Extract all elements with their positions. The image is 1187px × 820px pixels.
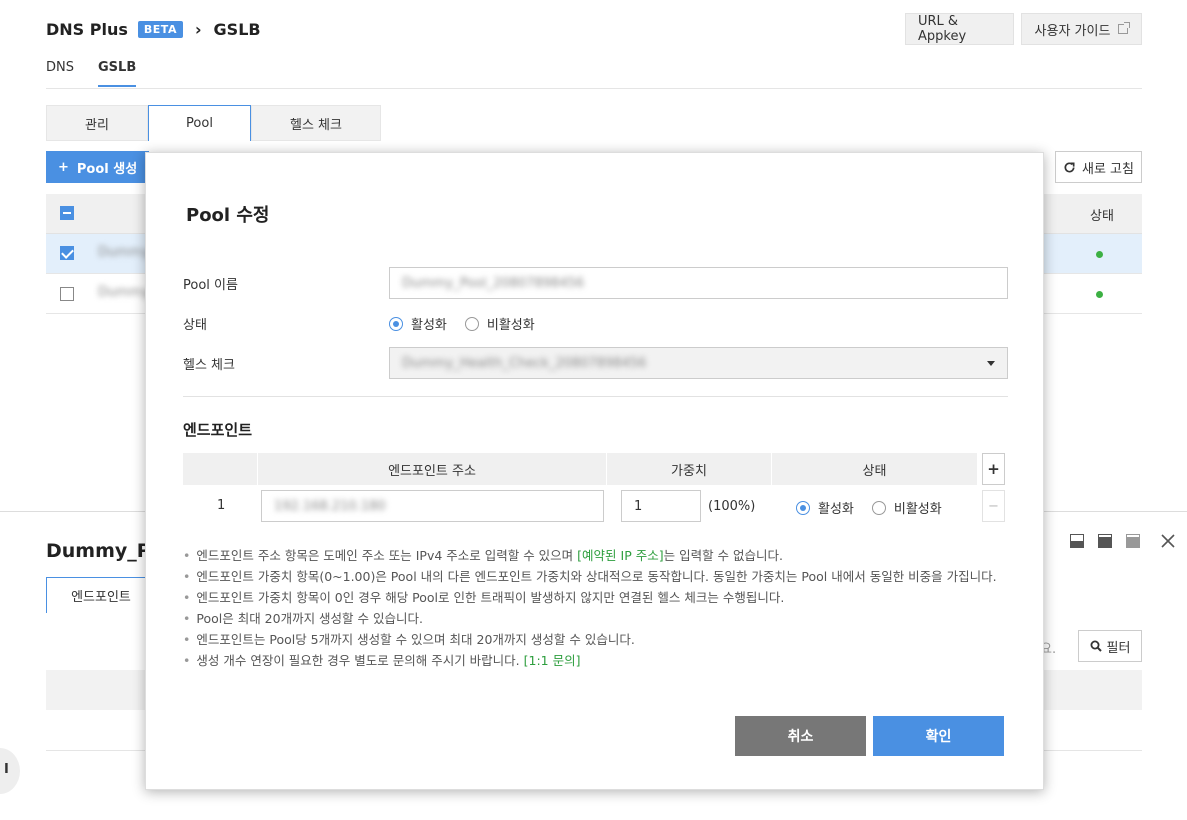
tab-manage[interactable]: 관리 (46, 105, 148, 141)
endpoint-inactive-option[interactable]: 비활성화 (871, 498, 942, 517)
pool-edit-modal: Pool 수정 Pool 이름 Dummy_Pool_20807898456 상… (145, 152, 1044, 790)
divider (183, 396, 1008, 397)
endpoint-weight-percent: (100%) (708, 499, 756, 514)
close-icon[interactable] (1161, 534, 1175, 548)
status-active-option[interactable]: 활성화 (389, 314, 447, 333)
pool-name-label: Pool 이름 (183, 278, 238, 293)
side-toggle[interactable]: I (0, 748, 20, 794)
select-all-checkbox[interactable] (60, 206, 74, 220)
status-inactive-label: 비활성화 (486, 318, 535, 333)
remove-endpoint-button[interactable]: − (982, 490, 1005, 522)
search-icon (1090, 640, 1102, 652)
plus-icon: + (58, 159, 69, 175)
status-radio-group: 활성화 비활성화 (389, 314, 535, 333)
modal-title: Pool 수정 (186, 205, 270, 226)
url-appkey-button[interactable]: URL & Appkey (905, 13, 1014, 45)
refresh-button[interactable]: 새로 고침 (1055, 151, 1142, 183)
note-item: • 엔드포인트 주소 항목은 도메인 주소 또는 IPv4 주소로 입력할 수 있… (183, 548, 784, 563)
app-name: DNS Plus (46, 20, 128, 39)
address-column-header: 엔드포인트 주소 (258, 453, 607, 485)
status-dot (1096, 291, 1103, 298)
endpoint-weight-value: 1 (634, 498, 643, 514)
pool-name-input[interactable]: Dummy_Pool_20807898456 (389, 267, 1008, 299)
url-appkey-label: URL & Appkey (918, 14, 967, 44)
status-active-radio[interactable] (389, 316, 403, 331)
chevron-right-icon: › (194, 20, 202, 39)
breadcrumb: DNS Plus BETA › GSLB (46, 20, 261, 39)
beta-badge: BETA (137, 21, 183, 38)
refresh-label: 새로 고침 (1082, 161, 1134, 177)
endpoint-weight-input[interactable]: 1 (621, 490, 701, 522)
row-checkbox[interactable] (60, 246, 74, 260)
endpoint-active-option[interactable]: 활성화 (796, 498, 854, 517)
panel-layout-bottom-icon[interactable] (1070, 534, 1084, 548)
confirm-button[interactable]: 확인 (873, 716, 1004, 756)
endpoint-address-input[interactable]: 192.168.210.180 (261, 490, 604, 522)
endpoint-inactive-radio[interactable] (871, 500, 886, 515)
panel-layout-half-icon[interactable] (1098, 534, 1112, 548)
note-item: • 생성 개수 연장이 필요한 경우 별도로 문의해 주시기 바랍니다. [1:1… (183, 653, 581, 668)
external-link-icon (1118, 22, 1131, 34)
breadcrumb-current: GSLB (213, 20, 261, 39)
create-pool-button[interactable]: + Pool 생성 (46, 151, 150, 183)
note-item: • 엔드포인트 가중치 항목(0~1.00)은 Pool 내의 다른 엔드포인트 … (183, 569, 997, 584)
weight-column-header: 가중치 (607, 453, 772, 485)
refresh-icon (1064, 161, 1075, 172)
tab-health-check[interactable]: 헬스 체크 (251, 105, 381, 141)
health-check-select[interactable]: Dummy_Health_Check_20807898456 (389, 347, 1008, 379)
row-checkbox[interactable] (60, 287, 74, 301)
endpoint-table-header: 엔드포인트 주소 가중치 상태 (183, 453, 978, 485)
health-check-label: 헬스 체크 (183, 358, 235, 373)
health-check-value: Dummy_Health_Check_20807898456 (402, 355, 647, 371)
panel-layout-full-icon[interactable] (1126, 534, 1140, 548)
main-tabs: 관리 Pool 헬스 체크 (46, 105, 381, 141)
service-tabs: DNS GSLB (46, 60, 137, 87)
side-toggle-glyph: I (4, 762, 9, 777)
status-dot (1096, 251, 1103, 258)
endpoint-inactive-label: 비활성화 (893, 502, 942, 517)
user-guide-button[interactable]: 사용자 가이드 (1021, 13, 1142, 45)
tab-dns[interactable]: DNS (46, 60, 74, 87)
note-item: • Pool은 최대 20개까지 생성할 수 있습니다. (183, 611, 423, 626)
status-label: 상태 (183, 318, 207, 333)
endpoint-index: 1 (217, 498, 226, 513)
notes-list: • 엔드포인트 주소 항목은 도메인 주소 또는 IPv4 주소로 입력할 수 있… (183, 545, 997, 671)
note-item: • 엔드포인트 가중치 항목이 0인 경우 해당 Pool로 인한 트래픽이 발생… (183, 590, 785, 605)
caret-down-icon (987, 361, 995, 366)
status-column-header: 상태 (772, 453, 978, 485)
endpoint-status-radio-group: 활성화 비활성화 (796, 498, 942, 517)
endpoint-address-value: 192.168.210.180 (274, 498, 386, 514)
endpoint-active-label: 활성화 (818, 502, 854, 517)
user-guide-label: 사용자 가이드 (1034, 23, 1111, 39)
tab-gslb[interactable]: GSLB (98, 60, 137, 87)
endpoint-active-radio[interactable] (796, 500, 810, 515)
endpoint-section-title: 엔드포인트 (183, 421, 253, 439)
inquiry-link[interactable]: [1:1 문의] (524, 653, 581, 668)
tab-endpoint[interactable]: 엔드포인트 (46, 577, 156, 613)
pool-name-value: Dummy_Pool_20807898456 (402, 275, 585, 291)
create-pool-label: Pool 생성 (76, 161, 138, 177)
filter-label: 필터 (1106, 640, 1131, 656)
status-inactive-radio[interactable] (464, 316, 479, 331)
add-endpoint-button[interactable]: + (982, 453, 1005, 485)
tab-pool[interactable]: Pool (148, 105, 251, 141)
index-column-header (183, 453, 258, 485)
cancel-button[interactable]: 취소 (735, 716, 866, 756)
status-inactive-option[interactable]: 비활성화 (464, 314, 535, 333)
status-active-label: 활성화 (411, 318, 447, 333)
status-column-header: 상태 (1090, 209, 1114, 224)
filter-button[interactable]: 필터 (1078, 630, 1142, 662)
divider (46, 88, 1142, 89)
reserved-ip-link[interactable]: [예약된 IP 주소] (577, 548, 663, 563)
note-item: • 엔드포인트는 Pool당 5개까지 생성할 수 있으며 최대 20개까지 생성… (183, 632, 635, 647)
